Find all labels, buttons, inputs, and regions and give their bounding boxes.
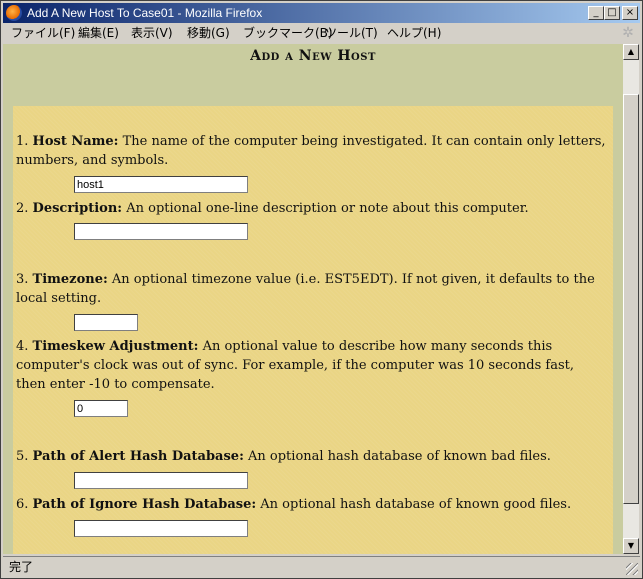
host-name-input[interactable] <box>74 176 248 193</box>
form-panel: 1. Host Name: The name of the computer b… <box>13 106 613 554</box>
ignore-hash-label: 6. Path of Ignore Hash Database: An opti… <box>16 495 606 514</box>
host-name-label: 1. Host Name: The name of the computer b… <box>16 132 606 170</box>
field-label: Timezone: <box>32 272 108 287</box>
scroll-down-arrow-icon[interactable]: ▼ <box>623 538 639 554</box>
alert-hash-label: 5. Path of Alert Hash Database: An optio… <box>16 447 606 466</box>
timezone-input[interactable] <box>74 314 138 331</box>
field-number: 3. <box>16 272 29 287</box>
field-number: 1. <box>16 134 29 149</box>
scrollbar-thumb[interactable] <box>623 94 639 504</box>
field-label: Path of Ignore Hash Database: <box>32 497 257 512</box>
timezone-label: 3. Timezone: An optional timezone value … <box>16 270 606 308</box>
field-description: An optional one-line description or note… <box>126 201 529 216</box>
field-number: 5. <box>16 449 29 464</box>
firefox-icon <box>6 5 22 21</box>
page-viewport: Add a New Host 1. Host Name: The name of… <box>3 44 623 554</box>
menu-edit[interactable]: 編集(E) <box>78 26 119 40</box>
field-label: Path of Alert Hash Database: <box>32 449 244 464</box>
menu-help[interactable]: ヘルプ(H) <box>387 26 441 40</box>
menu-file[interactable]: ファイル(F) <box>11 26 75 40</box>
alert-hash-input[interactable] <box>74 472 248 489</box>
menu-view[interactable]: 表示(V) <box>131 26 173 40</box>
description-input[interactable] <box>74 223 248 240</box>
scroll-up-arrow-icon[interactable]: ▲ <box>623 44 639 60</box>
resize-grip-icon[interactable] <box>626 563 638 575</box>
field-label: Host Name: <box>32 134 119 149</box>
title-bar[interactable]: Add A New Host To Case01 - Mozilla Firef… <box>3 3 640 23</box>
field-description: An optional hash database of known good … <box>260 497 572 512</box>
menu-go[interactable]: 移動(G) <box>187 26 230 40</box>
timeskew-input[interactable] <box>74 400 128 417</box>
browser-window: Add A New Host To Case01 - Mozilla Firef… <box>0 0 643 579</box>
description-label: 2. Description: An optional one-line des… <box>16 199 606 218</box>
field-number: 6. <box>16 497 29 512</box>
close-button[interactable]: × <box>622 6 638 20</box>
timeskew-label: 4. Timeskew Adjustment: An optional valu… <box>16 337 606 394</box>
status-bar: 完了 <box>3 556 640 577</box>
field-number: 2. <box>16 201 29 216</box>
field-number: 4. <box>16 339 29 354</box>
minimize-button[interactable]: _ <box>588 6 604 20</box>
status-text: 完了 <box>9 560 34 574</box>
menu-bar: ファイル(F) 編集(E) 表示(V) 移動(G) ブックマーク(B) ツール(… <box>3 24 640 43</box>
activity-throbber-icon: ✲ <box>622 25 634 41</box>
ignore-hash-input[interactable] <box>74 520 248 537</box>
vertical-scrollbar[interactable]: ▲ ▼ <box>623 44 639 554</box>
menu-tools[interactable]: ツール(T) <box>325 26 378 40</box>
field-label: Timeskew Adjustment: <box>32 339 199 354</box>
maximize-button[interactable]: □ <box>604 6 620 20</box>
field-label: Description: <box>32 201 123 216</box>
window-title: Add A New Host To Case01 - Mozilla Firef… <box>27 6 263 20</box>
menu-bookmarks[interactable]: ブックマーク(B) <box>243 26 333 40</box>
page-title: Add a New Host <box>250 48 376 64</box>
field-description: An optional hash database of known bad f… <box>248 449 551 464</box>
